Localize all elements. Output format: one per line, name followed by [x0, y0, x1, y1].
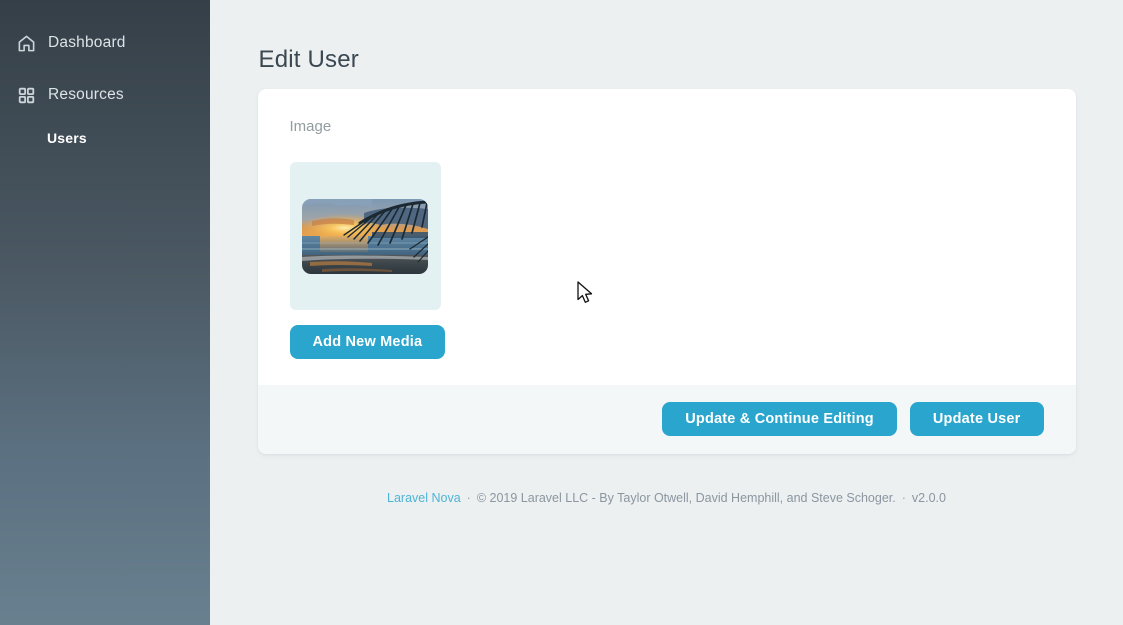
sidebar-item-label: Dashboard [48, 34, 126, 52]
card-body: Image [258, 89, 1076, 385]
edit-user-card: Image [258, 89, 1076, 454]
main-content: Edit User Image [210, 0, 1123, 625]
footer-separator: · [902, 491, 906, 505]
page-footer: Laravel Nova · © 2019 Laravel LLC - By Tay… [258, 491, 1076, 505]
sidebar-item-dashboard[interactable]: Dashboard [0, 26, 210, 60]
laravel-nova-link[interactable]: Laravel Nova [387, 491, 461, 505]
sidebar: Dashboard Resources Users [0, 0, 210, 625]
update-continue-editing-button[interactable]: Update & Continue Editing [662, 402, 897, 436]
image-field-label: Image [290, 118, 1044, 135]
footer-version: v2.0.0 [912, 491, 946, 505]
sidebar-item-label: Resources [48, 86, 124, 104]
card-footer: Update & Continue Editing Update User [258, 385, 1076, 454]
media-preview-box [290, 162, 441, 310]
grid-icon [17, 86, 36, 105]
sidebar-item-users[interactable]: Users [0, 127, 210, 149]
add-new-media-button[interactable]: Add New Media [290, 325, 446, 359]
sidebar-item-resources[interactable]: Resources [0, 78, 210, 112]
update-user-button[interactable]: Update User [910, 402, 1044, 436]
page-title: Edit User [259, 46, 1076, 74]
home-icon [17, 34, 36, 53]
footer-copyright: © 2019 Laravel LLC - By Taylor Otwell, D… [477, 491, 896, 505]
footer-separator: · [467, 491, 471, 505]
sidebar-subitem-label: Users [47, 130, 87, 146]
media-thumbnail-image[interactable] [302, 199, 428, 274]
